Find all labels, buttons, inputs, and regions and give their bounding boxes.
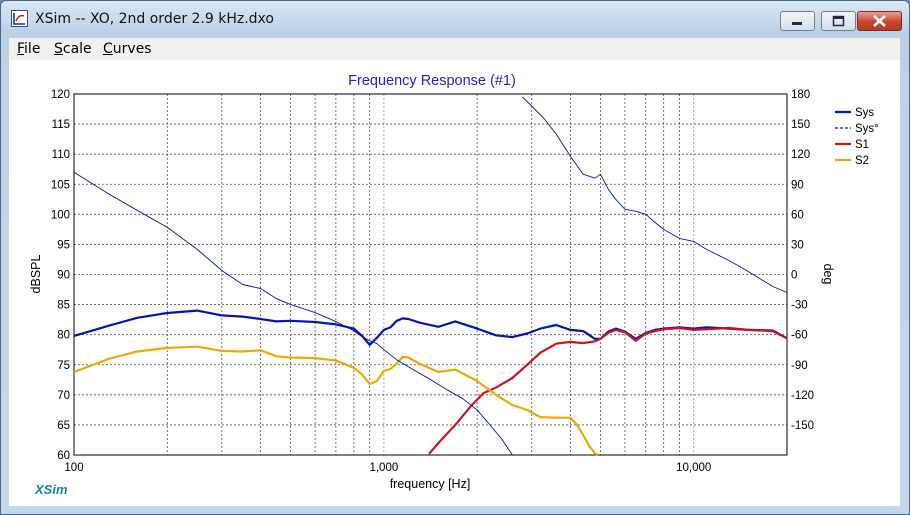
series-line-s1 — [428, 326, 788, 455]
title-bar[interactable]: XSim -- XO, 2nd order 2.9 kHz.dxo — [1, 1, 909, 38]
y-axis-label: dBSPL — [29, 254, 43, 293]
y2-tick-label: -120 — [791, 390, 814, 402]
y2-tick-label: -30 — [791, 300, 808, 312]
legend-label: S2 — [855, 155, 869, 167]
legend: Sys Sys° S1 S2 — [835, 107, 879, 167]
y2-tick-label: 180 — [791, 89, 810, 101]
close-button[interactable] — [857, 11, 902, 31]
chart-area: 120 115 110 105 100 95 90 85 80 75 70 65 60 180 150 120… — [9, 60, 900, 506]
y2-tick-label: 90 — [791, 179, 804, 191]
frequency-response-chart[interactable]: 120 115 110 105 100 95 90 85 80 75 70 65 60 180 150 120… — [9, 60, 900, 506]
y-tick-label: 80 — [57, 330, 70, 342]
x-axis-label: frequency [Hz] — [390, 477, 471, 491]
y2-tick-label: 0 — [791, 270, 797, 282]
y2-tick-label: -90 — [791, 360, 808, 372]
legend-item-s2[interactable]: S2 — [835, 155, 869, 167]
legend-item-s1[interactable]: S1 — [835, 139, 869, 151]
maximize-button[interactable] — [821, 11, 856, 31]
y-tick-label: 100 — [51, 209, 70, 221]
y-tick-label: 110 — [52, 149, 70, 161]
xsim-app-icon — [11, 10, 28, 27]
minimize-button[interactable] — [780, 11, 815, 31]
y-tick-label: 70 — [57, 390, 70, 402]
y-tick-label: 85 — [57, 300, 70, 312]
y-tick-label: 75 — [57, 360, 70, 372]
legend-item-sys[interactable]: Sys° — [835, 123, 879, 135]
y-tick-label: 120 — [51, 89, 70, 101]
series-group — [73, 96, 788, 456]
legend-label: S1 — [855, 139, 869, 151]
y-tick-label: 105 — [51, 179, 70, 191]
xsim-window: XSim -- XO, 2nd order 2.9 kHz.dxo File S… — [0, 0, 910, 515]
y2-tick-label: 60 — [791, 209, 804, 221]
window-title: XSim -- XO, 2nd order 2.9 kHz.dxo — [35, 11, 274, 27]
minimize-icon — [792, 22, 802, 25]
x-tick-label: 100 — [64, 462, 83, 474]
series-line-sys-phase-trace — [73, 96, 788, 456]
y2-tick-label: 30 — [791, 239, 804, 251]
maximize-icon — [832, 15, 845, 27]
menu-bar: File Scale Curves — [9, 38, 900, 61]
menu-scale[interactable]: Scale — [54, 41, 92, 57]
xsim-logo: XSim — [34, 482, 68, 497]
x-tick-label: 1,000 — [369, 462, 398, 474]
x-tick-label: 10,000 — [676, 462, 711, 474]
menu-curves[interactable]: Curves — [103, 41, 152, 57]
close-icon — [873, 15, 886, 27]
grid — [74, 94, 787, 455]
y-tick-label: 60 — [57, 450, 70, 462]
y2-tick-label: 120 — [791, 149, 810, 161]
y-tick-label: 90 — [57, 270, 70, 282]
tick-labels: 120 115 110 105 100 95 90 85 80 75 70 65 60 180 150 120… — [51, 89, 814, 474]
legend-label: Sys° — [855, 123, 879, 135]
menu-file[interactable]: File — [17, 41, 40, 57]
y-tick-label: 65 — [57, 420, 70, 432]
y-tick-label: 95 — [57, 239, 70, 251]
chart-title: Frequency Response (#1) — [348, 73, 516, 89]
legend-item-sys[interactable]: Sys — [835, 107, 874, 119]
y2-tick-label: -150 — [791, 420, 814, 432]
y2-tick-label: -60 — [791, 330, 808, 342]
y-tick-label: 115 — [52, 119, 70, 131]
y2-axis-label: deg — [821, 264, 835, 285]
legend-label: Sys — [855, 107, 874, 119]
y2-tick-label: 150 — [791, 119, 810, 131]
